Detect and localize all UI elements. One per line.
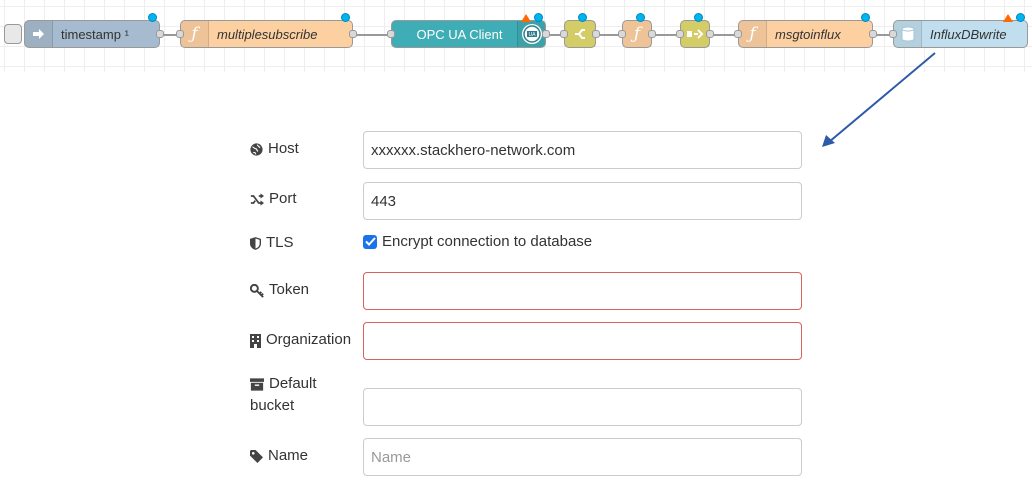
globe-icon xyxy=(250,143,263,156)
tag-icon xyxy=(250,450,263,463)
token-label: Token xyxy=(250,279,309,301)
host-label-text: Host xyxy=(268,140,299,157)
port-label-text: Port xyxy=(269,190,297,207)
tls-checkbox-row[interactable]: Encrypt connection to database xyxy=(363,233,592,250)
port-label: Port xyxy=(250,188,297,210)
name-label-text: Name xyxy=(268,447,309,464)
encrypt-checkbox[interactable] xyxy=(363,234,377,249)
checkmark-icon xyxy=(364,237,376,246)
tls-label-text: TLS xyxy=(266,234,294,251)
bucket-label-line2: bucket xyxy=(250,397,295,414)
token-input[interactable] xyxy=(363,272,802,310)
organization-label: Organization xyxy=(250,329,351,351)
tls-label: TLS xyxy=(250,232,294,254)
name-label: Name xyxy=(250,445,308,467)
bucket-label-line1: Default xyxy=(269,375,317,392)
random-icon xyxy=(250,193,264,206)
encrypt-checkbox-label[interactable]: Encrypt connection to database xyxy=(382,233,592,250)
name-input[interactable] xyxy=(363,438,802,476)
host-input[interactable] xyxy=(363,131,802,169)
archive-icon xyxy=(250,378,264,391)
building-icon xyxy=(250,334,261,348)
key-icon xyxy=(250,284,264,298)
organization-label-text: Organization xyxy=(266,331,352,348)
bucket-label: Default bucket xyxy=(250,373,317,417)
organization-input[interactable] xyxy=(363,322,802,360)
token-label-text: Token xyxy=(269,281,310,298)
host-label: Host xyxy=(250,138,299,160)
shield-icon xyxy=(250,237,261,250)
port-input[interactable] xyxy=(363,182,802,220)
bucket-input[interactable] xyxy=(363,388,802,426)
